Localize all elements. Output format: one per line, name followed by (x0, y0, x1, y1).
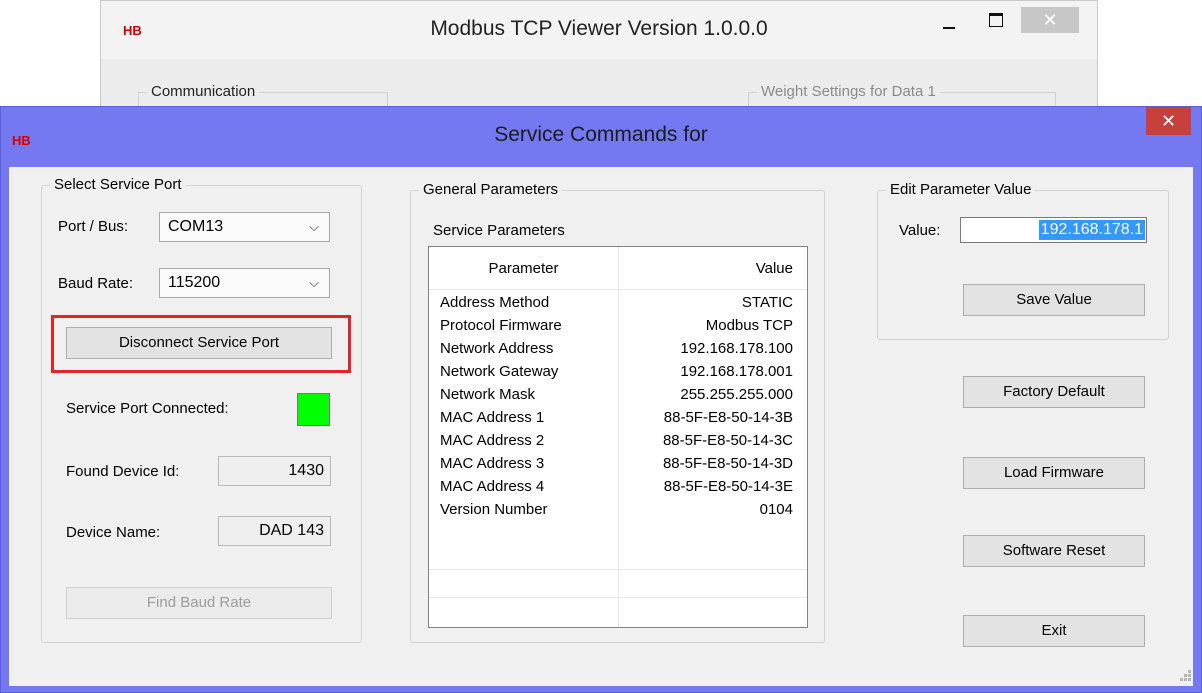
table-cell-value: Modbus TCP (705, 317, 793, 334)
weight-settings-legend: Weight Settings for Data 1 (757, 83, 940, 100)
table-row[interactable]: Address Method STATIC (429, 292, 807, 315)
communication-legend: Communication (147, 83, 260, 100)
dialog-title: Service Commands for (494, 123, 708, 146)
table-row[interactable]: Network Mask 255.255.255.000 (429, 384, 807, 407)
port-bus-label: Port / Bus: (58, 218, 129, 235)
table-row[interactable]: MAC Address 3 88-5F-E8-50-14-3D (429, 453, 807, 476)
table-cell-value: 88-5F-E8-50-14-3D (662, 455, 793, 472)
load-firmware-button[interactable]: Load Firmware (963, 457, 1145, 489)
save-value-button[interactable]: Save Value (963, 284, 1145, 316)
baud-rate-select[interactable]: 115200 ⌵ (159, 268, 330, 298)
column-header-parameter[interactable]: Parameter (429, 260, 618, 277)
table-row[interactable]: Protocol Firmware Modbus TCP (429, 315, 807, 338)
table-row[interactable]: Network Address 192.168.178.100 (429, 338, 807, 361)
table-cell-value: 255.255.255.000 (680, 386, 793, 403)
header-separator (429, 289, 807, 290)
dialog-titlebar[interactable]: HB Service Commands for ✕ (1, 107, 1201, 165)
table-row[interactable]: MAC Address 4 88-5F-E8-50-14-3E (429, 476, 807, 499)
find-baud-rate-button[interactable]: Find Baud Rate (66, 587, 332, 619)
edit-parameter-value-legend: Edit Parameter Value (886, 181, 1036, 198)
port-bus-select[interactable]: COM13 ⌵ (159, 212, 330, 242)
table-cell-parameter: MAC Address 3 (440, 455, 545, 472)
factory-default-button[interactable]: Factory Default (963, 376, 1145, 408)
maximize-icon[interactable] (981, 9, 1011, 33)
table-row[interactable]: MAC Address 1 88-5F-E8-50-14-3B (429, 407, 807, 430)
table-row[interactable]: Version Number 0104 (429, 499, 807, 522)
parameter-value-input[interactable]: 192.168.178.1 (960, 217, 1147, 243)
table-row[interactable]: Network Gateway 192.168.178.001 (429, 361, 807, 384)
table-cell-value: 88-5F-E8-50-14-3E (663, 478, 793, 495)
baud-rate-label: Baud Rate: (58, 275, 134, 292)
service-parameters-table[interactable]: Parameter Value Address Method STATIC Pr… (428, 246, 808, 628)
table-cell-parameter: Version Number (440, 501, 548, 518)
disconnect-service-port-button[interactable]: Disconnect Service Port (66, 327, 332, 359)
general-parameters-legend: General Parameters (419, 181, 563, 198)
table-cell-parameter: MAC Address 2 (440, 432, 545, 449)
minimize-icon[interactable] (935, 9, 965, 33)
table-cell-parameter: Protocol Firmware (440, 317, 562, 334)
table-cell-parameter: Network Gateway (440, 363, 559, 380)
edit-parameter-value-group: Edit Parameter Value (877, 181, 1169, 340)
device-name-field: DAD 143 (218, 516, 331, 546)
resize-grip-icon[interactable] (1178, 668, 1192, 682)
empty-row-separator (429, 569, 807, 570)
found-device-id-label: Found Device Id: (66, 463, 180, 480)
chevron-down-icon: ⌵ (309, 219, 319, 234)
table-cell-parameter: Network Mask (440, 386, 536, 403)
value-label: Value: (899, 222, 941, 239)
table-header: Parameter Value (429, 247, 807, 289)
table-cell-parameter: Network Address (440, 340, 554, 357)
found-device-id-field: 1430 (218, 456, 331, 486)
port-bus-value: COM13 (168, 218, 224, 235)
table-row[interactable]: MAC Address 2 88-5F-E8-50-14-3C (429, 430, 807, 453)
table-cell-value: 88-5F-E8-50-14-3B (663, 409, 793, 426)
selected-value-text: 192.168.178.1 (1038, 220, 1145, 240)
table-cell-parameter: MAC Address 1 (440, 409, 545, 426)
empty-row-separator (429, 597, 807, 598)
exit-button[interactable]: Exit (963, 615, 1145, 647)
service-port-connected-label: Service Port Connected: (66, 400, 229, 417)
software-reset-button[interactable]: Software Reset (963, 535, 1145, 567)
connection-status-indicator (297, 393, 330, 426)
dialog-close-icon[interactable]: ✕ (1146, 107, 1191, 135)
table-cell-value: 192.168.178.001 (680, 363, 793, 380)
column-header-value[interactable]: Value (756, 260, 793, 277)
table-cell-parameter: MAC Address 4 (440, 478, 545, 495)
table-cell-value: STATIC (741, 294, 793, 311)
chevron-down-icon: ⌵ (309, 275, 319, 290)
background-close-icon[interactable]: ✕ (1021, 7, 1079, 33)
table-cell-value: 0104 (759, 501, 793, 518)
table-cell-parameter: Address Method (440, 294, 550, 311)
background-window-titlebar: HB Modbus TCP Viewer Version 1.0.0.0 ✕ (101, 1, 1097, 59)
select-service-port-legend: Select Service Port (50, 176, 186, 193)
table-cell-value: 192.168.178.100 (680, 340, 793, 357)
baud-rate-value: 115200 (168, 274, 221, 291)
table-cell-value: 88-5F-E8-50-14-3C (662, 432, 793, 449)
device-name-label: Device Name: (66, 524, 161, 541)
service-parameters-label: Service Parameters (433, 222, 565, 239)
